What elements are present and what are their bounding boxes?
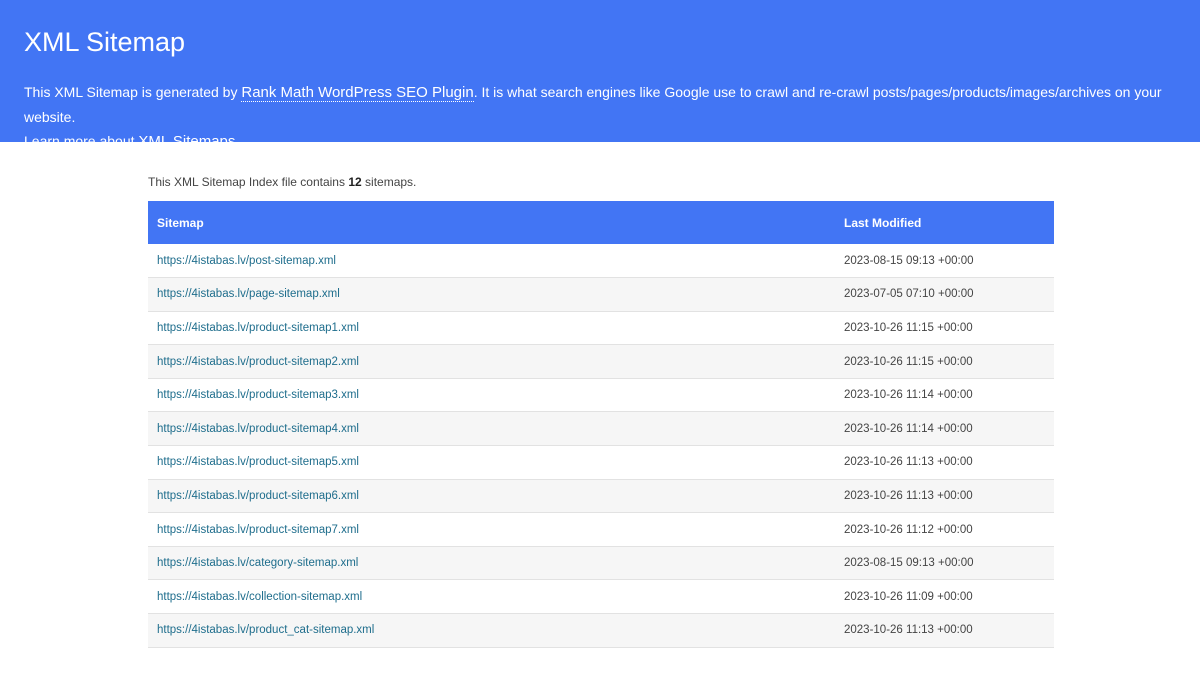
sitemap-cell: https://4istabas.lv/product-sitemap2.xml	[148, 344, 836, 379]
sitemap-summary: This XML Sitemap Index file contains 12 …	[148, 174, 1054, 190]
sitemap-cell: https://4istabas.lv/product_cat-sitemap.…	[148, 613, 836, 648]
table-row: https://4istabas.lv/collection-sitemap.x…	[148, 579, 1054, 615]
sitemap-cell: https://4istabas.lv/collection-sitemap.x…	[148, 579, 836, 615]
table-row: https://4istabas.lv/page-sitemap.xml 2023…	[148, 277, 1054, 312]
sitemap-link[interactable]: https://4istabas.lv/product-sitemap2.xml	[157, 356, 359, 368]
sitemap-link[interactable]: https://4istabas.lv/product-sitemap1.xml	[157, 322, 359, 334]
desc-text-1: This XML Sitemap is generated by	[24, 84, 242, 100]
sitemap-cell: https://4istabas.lv/product-sitemap1.xml	[148, 311, 836, 346]
sitemap-cell: https://4istabas.lv/product-sitemap5.xml	[148, 445, 836, 480]
sitemap-cell: https://4istabas.lv/page-sitemap.xml	[148, 277, 836, 312]
last-modified-cell: 2023-10-26 11:15 +00:00	[836, 344, 1054, 379]
page-header: XML Sitemap This XML Sitemap is generate…	[0, 0, 1200, 151]
sitemap-link[interactable]: https://4istabas.lv/post-sitemap.xml	[157, 255, 336, 267]
last-modified-cell: 2023-08-15 09:13 +00:00	[836, 244, 1054, 279]
table-header-row: Sitemap Last Modified	[148, 201, 1054, 244]
last-modified-cell: 2023-10-26 11:13 +00:00	[836, 445, 1054, 480]
sitemap-cell: https://4istabas.lv/product-sitemap6.xml	[148, 479, 836, 514]
sitemap-link[interactable]: https://4istabas.lv/product-sitemap5.xml	[157, 456, 359, 468]
table-body: https://4istabas.lv/post-sitemap.xml 2023…	[148, 244, 1054, 648]
sitemap-cell: https://4istabas.lv/category-sitemap.xml	[148, 546, 836, 581]
sitemap-link[interactable]: https://4istabas.lv/product-sitemap3.xml	[157, 389, 359, 401]
last-modified-cell: 2023-10-26 11:13 +00:00	[836, 613, 1054, 648]
table-row: https://4istabas.lv/product_cat-sitemap.…	[148, 613, 1054, 648]
table-row: https://4istabas.lv/product-sitemap1.xml…	[148, 311, 1054, 346]
sitemap-link[interactable]: https://4istabas.lv/category-sitemap.xml	[157, 557, 358, 569]
sitemap-cell: https://4istabas.lv/product-sitemap3.xml	[148, 378, 836, 413]
sitemap-link[interactable]: https://4istabas.lv/product-sitemap6.xml	[157, 490, 359, 502]
sitemap-link[interactable]: https://4istabas.lv/collection-sitemap.x…	[157, 591, 362, 603]
last-modified-cell: 2023-08-15 09:13 +00:00	[836, 546, 1054, 581]
sitemap-count: 12	[348, 175, 362, 189]
last-modified-cell: 2023-10-26 11:12 +00:00	[836, 512, 1054, 547]
table-row: https://4istabas.lv/product-sitemap6.xml…	[148, 479, 1054, 514]
sitemap-cell: https://4istabas.lv/product-sitemap7.xml	[148, 512, 836, 547]
summary-suffix: sitemaps.	[361, 175, 417, 189]
sitemap-cell: https://4istabas.lv/post-sitemap.xml	[148, 244, 836, 279]
last-modified-cell: 2023-10-26 11:15 +00:00	[836, 311, 1054, 346]
sitemap-link[interactable]: https://4istabas.lv/product_cat-sitemap.…	[157, 624, 374, 636]
table-row: https://4istabas.lv/product-sitemap5.xml…	[148, 445, 1054, 480]
last-modified-cell: 2023-10-26 11:14 +00:00	[836, 411, 1054, 447]
xml-sitemaps-link[interactable]: XML Sitemaps	[138, 133, 236, 151]
last-modified-cell: 2023-07-05 07:10 +00:00	[836, 277, 1054, 312]
desc-text-4: .	[235, 133, 240, 149]
sitemap-link[interactable]: https://4istabas.lv/product-sitemap4.xml	[157, 423, 359, 435]
sitemap-cell: https://4istabas.lv/product-sitemap4.xml	[148, 411, 836, 447]
last-modified-cell: 2023-10-26 11:13 +00:00	[836, 479, 1054, 514]
table-row: https://4istabas.lv/product-sitemap4.xml…	[148, 411, 1054, 447]
sitemap-link[interactable]: https://4istabas.lv/page-sitemap.xml	[157, 288, 340, 300]
table-row: https://4istabas.lv/product-sitemap7.xml…	[148, 512, 1054, 547]
page-title: XML Sitemap	[24, 27, 186, 57]
summary-prefix: This XML Sitemap Index file contains	[148, 175, 349, 189]
column-header-sitemap: Sitemap	[157, 215, 204, 230]
table-row: https://4istabas.lv/product-sitemap2.xml…	[148, 344, 1054, 379]
main-content: This XML Sitemap Index file contains 12 …	[148, 142, 1054, 648]
last-modified-cell: 2023-10-26 11:09 +00:00	[836, 579, 1054, 615]
table-row: https://4istabas.lv/product-sitemap3.xml…	[148, 378, 1054, 413]
sitemap-table: Sitemap Last Modified https://4istabas.l…	[148, 201, 1054, 648]
column-header-last-modified: Last Modified	[844, 215, 922, 230]
table-row: https://4istabas.lv/post-sitemap.xml 2023…	[148, 244, 1054, 279]
sitemap-link[interactable]: https://4istabas.lv/product-sitemap7.xml	[157, 524, 359, 536]
rank-math-plugin-link[interactable]: Rank Math WordPress SEO Plugin	[241, 84, 474, 102]
last-modified-cell: 2023-10-26 11:14 +00:00	[836, 378, 1054, 413]
table-row: https://4istabas.lv/category-sitemap.xml…	[148, 546, 1054, 581]
desc-text-3: Learn more about	[24, 133, 139, 149]
